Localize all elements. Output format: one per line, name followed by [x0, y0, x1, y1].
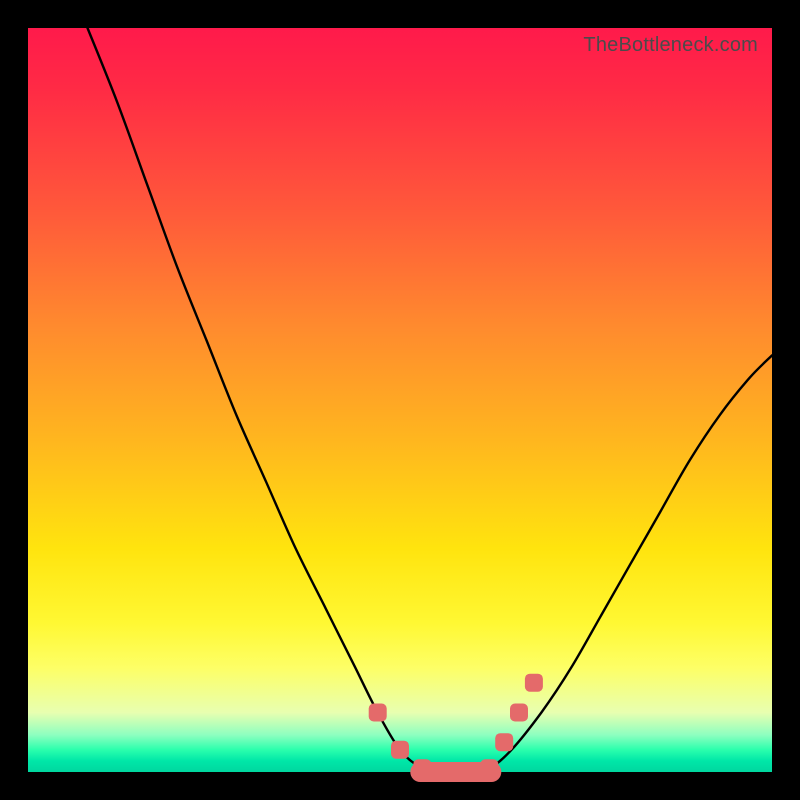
valley-marker [510, 704, 528, 722]
valley-markers [369, 674, 543, 782]
valley-marker [436, 763, 454, 781]
valley-marker [525, 674, 543, 692]
valley-marker [391, 741, 409, 759]
curve-layer [28, 28, 772, 772]
valley-marker [413, 759, 431, 777]
plot-area: TheBottleneck.com [28, 28, 772, 772]
valley-marker [495, 733, 513, 751]
valley-marker [458, 763, 476, 781]
bottleneck-curve [88, 28, 773, 772]
valley-marker [480, 759, 498, 777]
chart-frame: TheBottleneck.com [0, 0, 800, 800]
valley-marker [369, 704, 387, 722]
